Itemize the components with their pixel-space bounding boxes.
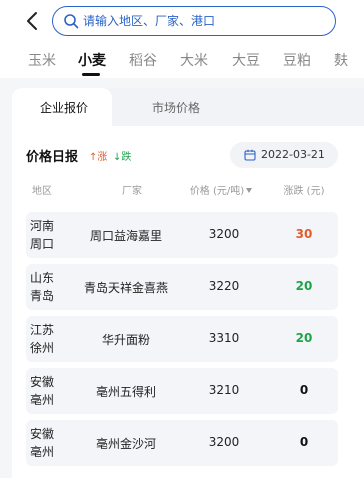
region-cell: 江苏 徐州: [26, 321, 58, 357]
region-province: 安徽: [29, 375, 54, 389]
legend-down: ↓跌: [113, 152, 132, 163]
factory-cell: 亳州五得利: [95, 385, 156, 399]
active-tab-indicator: [82, 73, 100, 76]
tab-soybean[interactable]: 大豆: [232, 50, 260, 70]
price-cell: 3220: [208, 279, 240, 293]
region-city: 徐州: [29, 341, 54, 355]
table-row[interactable]: 江苏 徐州 华升面粉 3310 20: [26, 316, 338, 362]
header-change: 涨跌 (元): [283, 186, 325, 197]
tab-soymeal[interactable]: 豆粕: [283, 50, 311, 70]
top-bar: [0, 0, 364, 42]
change-cell: 20: [295, 331, 313, 345]
factory-cell: 亳州金沙河: [95, 437, 156, 451]
price-cell: 3200: [208, 227, 240, 241]
change-cell: 0: [299, 383, 309, 397]
tab-bran[interactable]: 麸: [334, 50, 348, 70]
search-icon: [64, 14, 79, 29]
region-cell: 河南 周口: [26, 217, 58, 253]
date-value: 2022-03-21: [261, 148, 325, 161]
header-region: 地区: [32, 186, 52, 197]
table-row[interactable]: 安徽 亳州 亳州金沙河 3200 0: [26, 420, 338, 466]
region-cell: 安徽 亳州: [26, 425, 58, 461]
tab-rice-paddy[interactable]: 稻谷: [129, 50, 157, 70]
region-cell: 山东 青岛: [26, 269, 58, 305]
calendar-icon: [244, 149, 256, 161]
tab-wheat[interactable]: 小麦: [78, 50, 106, 70]
category-tabs: 玉米 小麦 稻谷 大米 大豆 豆粕 麸: [0, 42, 364, 78]
region-province: 安徽: [29, 427, 54, 441]
region-province: 河南: [29, 219, 54, 233]
price-cell: 3210: [208, 383, 240, 397]
sort-down-icon: [246, 188, 253, 193]
price-cell: 3310: [208, 331, 240, 345]
region-province: 山东: [29, 271, 54, 285]
segment-control: 企业报价 市场价格: [12, 88, 364, 126]
price-cell: 3200: [208, 435, 240, 449]
region-cell: 安徽 亳州: [26, 373, 58, 409]
table-row[interactable]: 安徽 亳州 亳州五得利 3210 0: [26, 368, 338, 414]
change-cell: 20: [295, 279, 313, 293]
region-city: 亳州: [29, 445, 54, 459]
header-factory: 厂家: [122, 186, 142, 197]
price-card: 企业报价 市场价格 价格日报 ↑涨 ↓跌 2022-03-21 地区 厂家 价格…: [12, 88, 364, 478]
region-province: 江苏: [29, 323, 54, 337]
search-input[interactable]: [83, 7, 328, 34]
header-price[interactable]: 价格 (元/吨): [186, 182, 256, 197]
header-price-label: 价格 (元/吨): [189, 186, 245, 197]
tab-rice[interactable]: 大米: [180, 50, 208, 70]
factory-cell: 周口益海嘉里: [89, 229, 162, 243]
table-row[interactable]: 河南 周口 周口益海嘉里 3200 30: [26, 212, 338, 258]
factory-cell: 青岛天祥金喜燕: [83, 281, 168, 295]
back-arrow-icon[interactable]: [22, 10, 44, 32]
table-row[interactable]: 山东 青岛 青岛天祥金喜燕 3220 20: [26, 264, 338, 310]
segment-enterprise-quote[interactable]: 企业报价: [40, 99, 88, 116]
section-title: 价格日报: [26, 150, 79, 165]
region-city: 周口: [29, 237, 54, 251]
date-picker[interactable]: 2022-03-21: [230, 142, 338, 168]
segment-market-price[interactable]: 市场价格: [152, 99, 200, 116]
factory-cell: 华升面粉: [101, 333, 150, 347]
search-box[interactable]: [52, 6, 336, 36]
change-cell: 0: [299, 435, 309, 449]
change-cell: 30: [295, 227, 313, 241]
region-city: 亳州: [29, 393, 54, 407]
tab-corn[interactable]: 玉米: [28, 50, 56, 70]
legend-up: ↑涨: [89, 152, 108, 163]
region-city: 青岛: [29, 289, 54, 303]
